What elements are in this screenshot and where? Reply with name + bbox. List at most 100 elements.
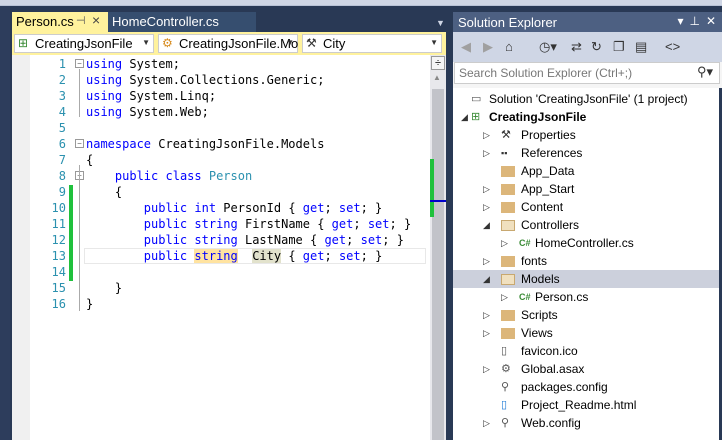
expand-arrow-icon[interactable]: ▷	[483, 180, 490, 198]
tree-item[interactable]: ▷ C# Person.cs	[453, 288, 719, 306]
code-line[interactable]: 4 using System.Web;	[12, 104, 428, 120]
tab-homecontroller-cs[interactable]: HomeController.cs	[108, 12, 256, 32]
project-dropdown[interactable]: ⊞ CreatingJsonFile ▼	[14, 34, 154, 53]
tab-person-cs[interactable]: Person.cs ⊣ ×	[12, 12, 108, 32]
tree-item[interactable]: ▷ ⚲ Web.config	[453, 414, 719, 432]
collapse-using-icon[interactable]: −	[75, 59, 84, 68]
collapse-all-icon[interactable]: ❐	[613, 39, 625, 55]
pending-changes-filter-icon[interactable]: ◷▾	[539, 39, 557, 55]
tree-item[interactable]: ▷ Views	[453, 324, 719, 342]
collapse-arrow-icon[interactable]: ◢	[483, 216, 490, 234]
tree-item-label: References	[521, 146, 583, 160]
code-text: public string City { get; set; }	[86, 248, 382, 264]
tree-item[interactable]: ▯ favicon.ico	[453, 342, 719, 360]
collapse-arrow-icon[interactable]: ◢	[483, 270, 490, 288]
pin-icon[interactable]: ⊥	[689, 14, 699, 28]
code-token: using	[86, 57, 123, 71]
back-icon[interactable]: ◀	[461, 39, 471, 55]
expand-arrow-icon[interactable]: ▷	[501, 288, 508, 306]
code-line[interactable]: 10 public int PersonId { get; set; }	[12, 200, 428, 216]
code-token: ;	[324, 249, 339, 263]
view-code-icon[interactable]: <>	[665, 39, 680, 54]
code-line[interactable]: 2 using System.Collections.Generic;	[12, 72, 428, 88]
code-line[interactable]: 3 using System.Linq;	[12, 88, 428, 104]
tree-item[interactable]: ⚲ packages.config	[453, 378, 719, 396]
navigation-bar: ⊞ CreatingJsonFile ▼ ⚙ CreatingJsonFile.…	[12, 32, 446, 55]
tree-item[interactable]: ▷ Scripts	[453, 306, 719, 324]
home-icon[interactable]: ⌂	[505, 39, 513, 54]
code-line[interactable]: 7{	[12, 152, 428, 168]
search-icon[interactable]: ⚲▾	[697, 64, 713, 80]
sync-icon[interactable]: ⇄	[571, 39, 582, 55]
line-number: 16	[51, 297, 66, 311]
tab-label: Person.cs	[16, 14, 74, 29]
expand-arrow-icon[interactable]: ▷	[483, 198, 490, 216]
code-token: string	[194, 233, 238, 247]
window-menu-icon[interactable]: ▾	[677, 14, 683, 28]
expand-arrow-icon[interactable]: ▷	[483, 360, 490, 378]
tab-list-dropdown-icon[interactable]: ▼	[436, 18, 445, 28]
split-window-icon[interactable]: ÷	[431, 56, 445, 70]
type-dropdown[interactable]: ⚙ CreatingJsonFile.Mo ▼	[158, 34, 298, 53]
pin-icon[interactable]: ⊣	[76, 14, 86, 27]
collapse-namespace-icon[interactable]: −	[75, 139, 84, 148]
collapse-arrow-icon[interactable]: ◢	[461, 108, 468, 126]
code-token: get	[302, 249, 325, 263]
code-line[interactable]: 13 public string City { get; set; }	[12, 248, 428, 264]
tree-item-label: Content	[521, 200, 564, 214]
tree-item[interactable]: ▭ Solution 'CreatingJsonFile' (1 project)	[453, 90, 719, 108]
expand-arrow-icon[interactable]: ▷	[483, 126, 490, 144]
search-input[interactable]: Search Solution Explorer (Ctrl+;) ⚲▾	[454, 62, 720, 84]
tree-item[interactable]: ▷ fonts	[453, 252, 719, 270]
tree-item[interactable]: ▷ Content	[453, 198, 719, 216]
scroll-up-icon[interactable]: ▲	[433, 73, 441, 82]
solution-explorer-titlebar: Solution Explorer ▾ ⊥ ✕	[453, 12, 722, 32]
tree-item[interactable]: ▷ App_Start	[453, 180, 719, 198]
code-line[interactable]: 11 public string FirstName { get; set; }	[12, 216, 428, 232]
code-token: public	[143, 249, 188, 263]
code-token: class	[165, 169, 202, 183]
scrollbar-thumb[interactable]	[432, 89, 444, 440]
close-icon[interactable]: ×	[92, 12, 100, 28]
code-token: string	[194, 217, 238, 231]
tree-item[interactable]: ▷ ⚙ Global.asax	[453, 360, 719, 378]
code-line[interactable]: 9 {	[12, 184, 428, 200]
code-line[interactable]: 15 }	[12, 280, 428, 296]
expand-arrow-icon[interactable]: ▷	[483, 414, 490, 432]
tree-item[interactable]: App_Data	[453, 162, 719, 180]
code-editor[interactable]: 1 using System; 2 using System.Collections.…	[12, 55, 446, 440]
forward-icon[interactable]: ▶	[483, 39, 493, 55]
tree-item[interactable]: ▷ ⚒ Properties	[453, 126, 719, 144]
code-token: System.Web;	[122, 105, 209, 119]
show-all-files-icon[interactable]: ▤	[635, 39, 647, 55]
line-number: 10	[51, 201, 66, 215]
code-line[interactable]: 16}	[12, 296, 428, 312]
close-icon[interactable]: ✕	[706, 14, 716, 28]
line-number: 1	[58, 57, 66, 71]
tree-item[interactable]: ▷ C# HomeController.cs	[453, 234, 719, 252]
image-file-icon: ▯	[501, 345, 508, 357]
line-number: 13	[51, 249, 66, 263]
expand-arrow-icon[interactable]: ▷	[483, 324, 490, 342]
tree-item[interactable]: ◢ ⊞ CreatingJsonFile	[453, 108, 719, 126]
expand-arrow-icon[interactable]: ▷	[483, 144, 490, 162]
expand-arrow-icon[interactable]: ▷	[483, 252, 490, 270]
expand-arrow-icon[interactable]: ▷	[501, 234, 508, 252]
tree-item[interactable]: ◢ Models	[453, 270, 719, 288]
line-number: 6	[58, 137, 66, 151]
member-dropdown[interactable]: ⚒ City ▼	[302, 34, 442, 53]
code-line[interactable]: 5	[12, 120, 428, 136]
tree-item[interactable]: ▯ Project_Readme.html	[453, 396, 719, 414]
code-token: {	[86, 185, 123, 199]
code-token: }	[86, 281, 123, 295]
code-line[interactable]: 14	[12, 264, 428, 280]
config-file-icon: ⚲	[501, 417, 510, 429]
tree-item[interactable]: ▷ ▪▪ References	[453, 144, 719, 162]
code-token: public	[143, 233, 188, 247]
refresh-icon[interactable]: ↻	[591, 39, 602, 55]
expand-arrow-icon[interactable]: ▷	[483, 306, 490, 324]
solution-explorer-panel: Solution Explorer ▾ ⊥ ✕ ◀ ▶ ⌂ ◷▾ ⇄ ↻ ❐ ▤ <…	[453, 12, 722, 440]
tree-item[interactable]: ◢ Controllers	[453, 216, 719, 234]
code-line[interactable]: 12 public string LastName { get; set; }	[12, 232, 428, 248]
search-placeholder: Search Solution Explorer (Ctrl+;)	[459, 66, 633, 80]
